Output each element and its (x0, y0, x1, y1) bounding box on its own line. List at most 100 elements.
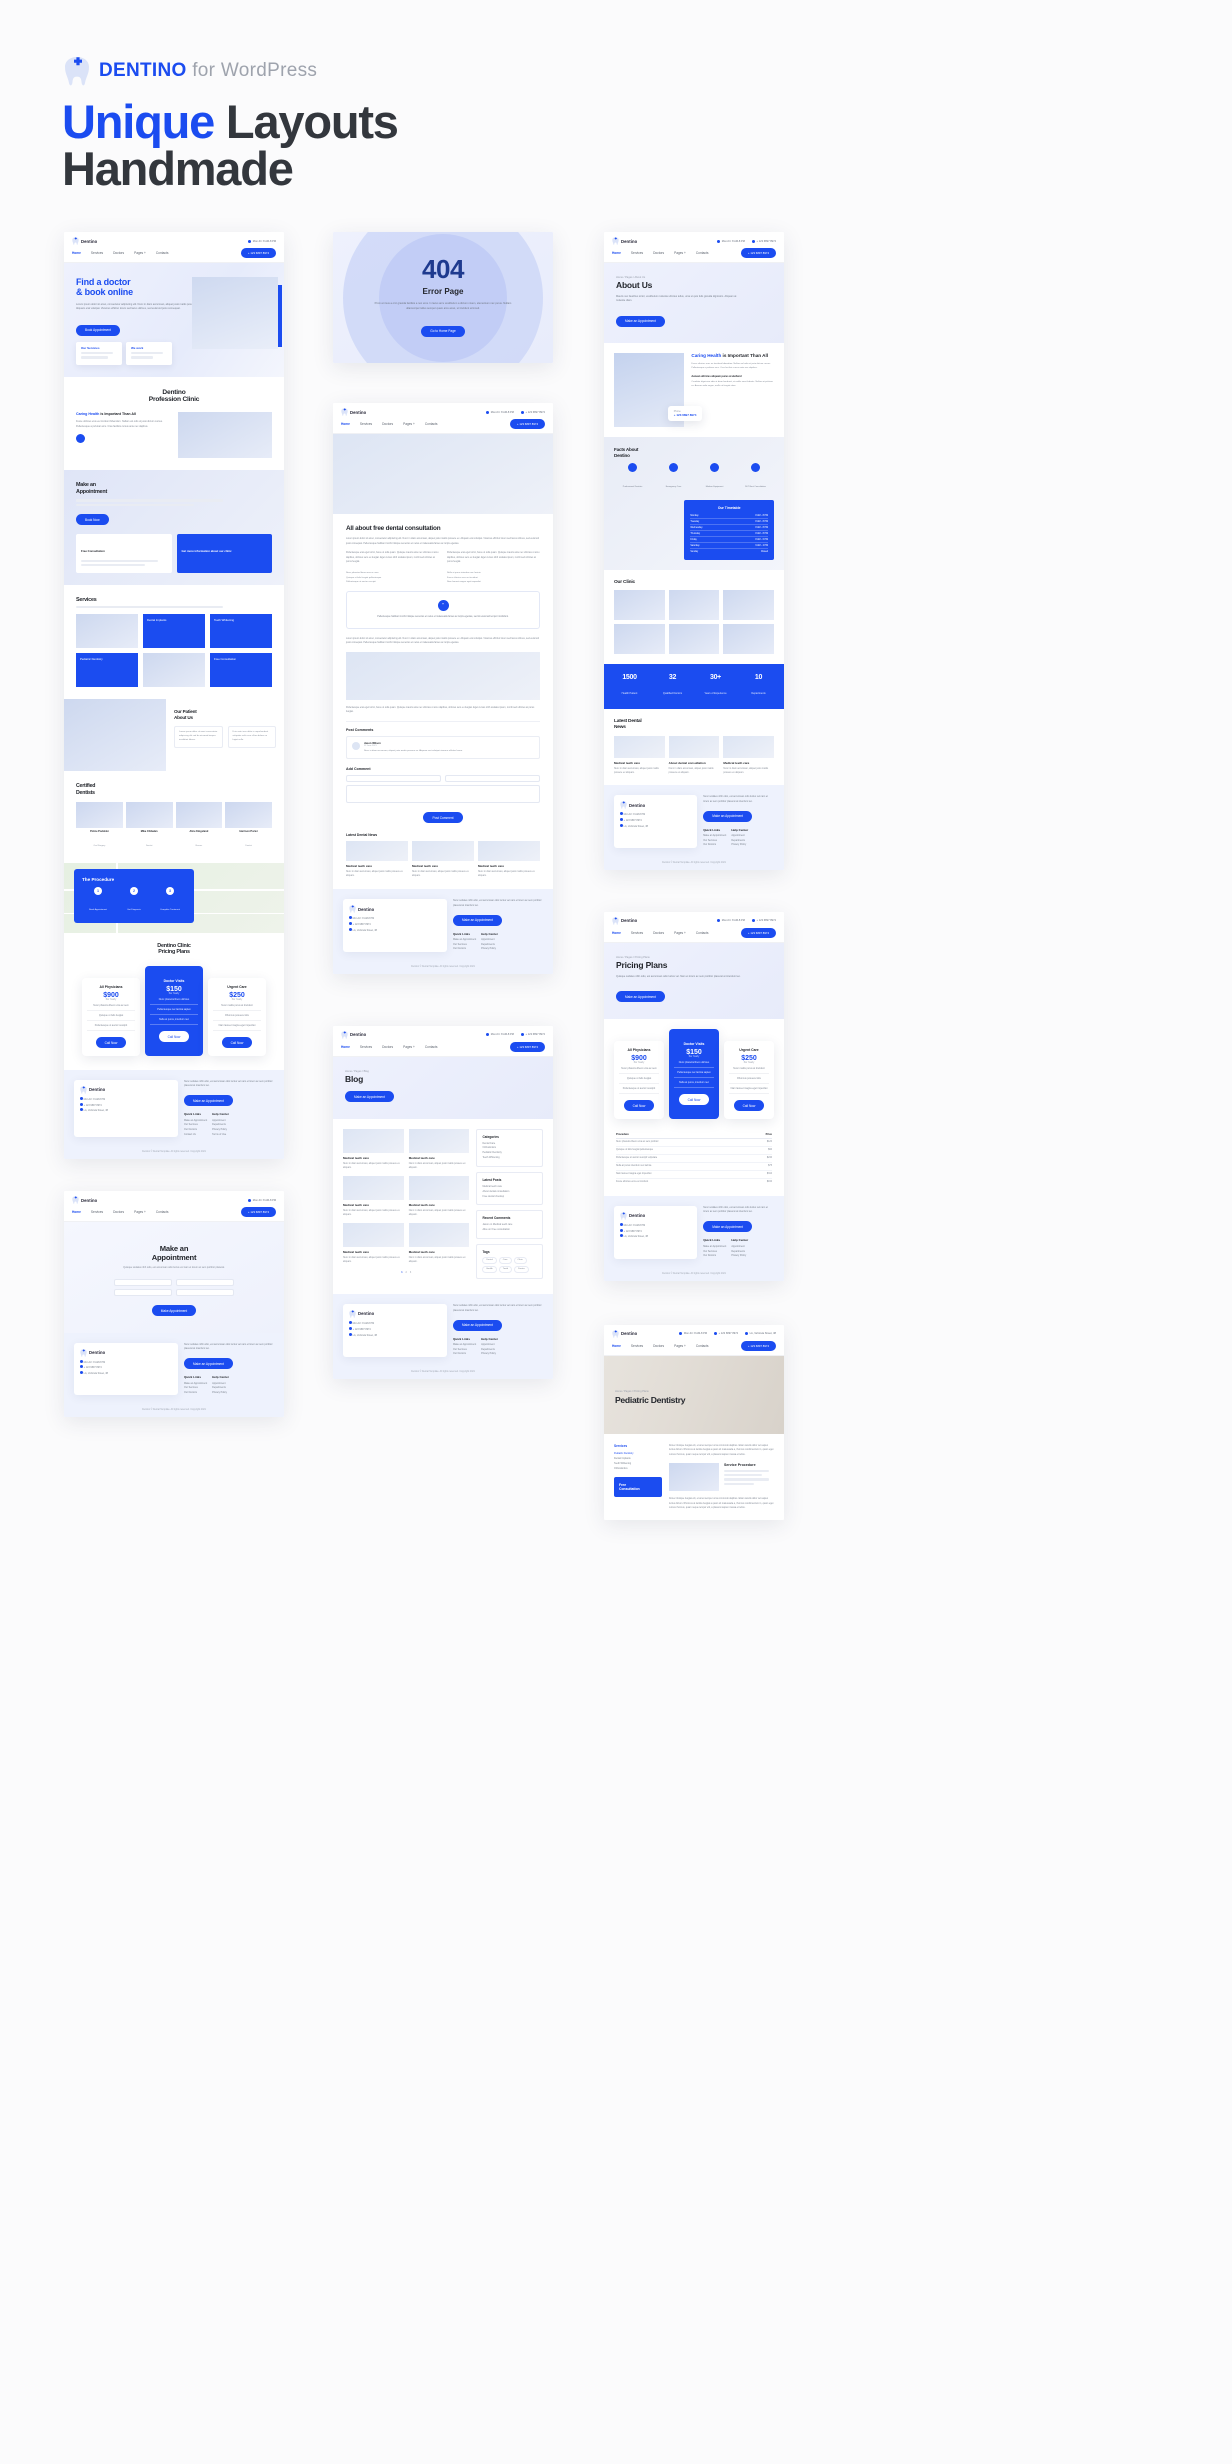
related-post[interactable]: Medical teeth care Nunc in diam accumsan… (346, 840, 408, 878)
tag[interactable]: Care (498, 1256, 512, 1264)
mockup-pricing-page[interactable]: Dentino Mon-Fri: 8 AM-8 PM + 123 6897 89… (604, 911, 784, 1281)
dentist-card[interactable]: Harrison Porter Dentist (225, 801, 272, 851)
phone-badge[interactable]: Phone + 123 6897 8974 (667, 406, 703, 422)
page-3[interactable]: 3 (410, 1271, 411, 1274)
nav-item-pages[interactable]: Pages + (403, 422, 415, 426)
nav-item-home[interactable]: Home (612, 931, 621, 935)
mock-logo[interactable]: Dentino (341, 408, 366, 417)
footer-logo[interactable]: Dentino (620, 1212, 691, 1220)
nav-item-services[interactable]: Services (91, 1210, 103, 1214)
nav-item-home[interactable]: Home (72, 251, 81, 255)
nav-item-home[interactable]: Home (612, 251, 621, 255)
nav-item-doctors[interactable]: Doctors (382, 1045, 393, 1049)
tag[interactable]: Health (482, 1265, 497, 1273)
nav-cta-button[interactable]: + 123 6897 8974 (509, 419, 545, 430)
nav-item-doctors[interactable]: Doctors (382, 422, 393, 426)
nav-item-pages[interactable]: Pages + (403, 1045, 415, 1049)
mockup-homepage[interactable]: Dentino Mon-Fri: 8 AM-8 PM Home Services… (64, 232, 284, 1160)
footer-promo-button[interactable]: Make an Appointment (453, 914, 502, 926)
blog-post-card[interactable]: Medical teeth care Nunc in diam accumsan… (343, 1223, 404, 1264)
mockup-blog-page[interactable]: Dentino Mon-Fri: 8 AM-8 PM + 123 6897 89… (333, 1025, 553, 1379)
nav-item-pages[interactable]: Pages + (674, 931, 686, 935)
blog-post-card[interactable]: Medical teeth care Nunc in diam accumsan… (408, 1128, 470, 1170)
comment-email-field[interactable] (445, 774, 540, 782)
home-map[interactable]: The Procedure 1 Book Appointment 2 Get Dia… (64, 862, 284, 933)
blog-post-card[interactable]: Medical teeth care Nunc in diam accumsan… (408, 1175, 470, 1217)
nav-item-contacts[interactable]: Contacts (425, 422, 438, 426)
footer-logo[interactable]: Dentino (620, 801, 691, 809)
price-card-featured[interactable]: Doctor Visits $150 Per Yearly Nunc phare… (669, 1028, 719, 1119)
news-card[interactable]: Medical teeth care Nunc in diam accumsan… (614, 735, 665, 775)
nav-item-services[interactable]: Services (360, 422, 372, 426)
hero-book-button[interactable]: Book Appointment (76, 324, 120, 336)
mock-logo[interactable]: Dentino (72, 237, 97, 245)
plan-button[interactable]: Call Now (733, 1100, 765, 1112)
mock-logo[interactable]: Dentino (612, 237, 637, 245)
post-comment-button[interactable]: Post Comment (423, 812, 463, 824)
nav-item-services[interactable]: Services (631, 1344, 643, 1348)
price-card[interactable]: All Physicians $900 Per Yearly Nunc phar… (614, 1040, 664, 1119)
plan-button[interactable]: Call Now (623, 1100, 655, 1112)
price-card[interactable]: Urgent Care $250 Per Yearly Nunc mattis … (208, 977, 266, 1056)
price-card[interactable]: All Physicians $900 Per Yearly Nunc phar… (82, 977, 140, 1056)
hero-card-hours[interactable]: We work (126, 342, 172, 365)
blog-post-card[interactable]: Medical teeth care Nunc in diam accumsan… (408, 1223, 470, 1264)
nav-item-contacts[interactable]: Contacts (696, 251, 709, 255)
price-card[interactable]: Urgent Care $250 Per Yearly Nunc mattis … (724, 1040, 774, 1119)
appointment-card-info[interactable]: Get more information about our clinic (176, 533, 272, 574)
nav-item-contacts[interactable]: Contacts (156, 251, 169, 255)
footer-promo-button[interactable]: Make an Appointment (703, 1221, 753, 1233)
nav-cta-button[interactable]: + 123 6897 8974 (509, 1041, 545, 1052)
footer-promo-button[interactable]: Make an Appointment (184, 1358, 233, 1370)
service-sidebar-item[interactable]: Orthodontics (614, 1466, 662, 1471)
news-card[interactable]: Medical teeth care Nunc in diam accumsan… (723, 735, 775, 775)
about-appointment-button[interactable]: Make an Appointment (616, 315, 665, 327)
footer-promo-button[interactable]: Make an Appointment (703, 810, 753, 822)
nav-item-doctors[interactable]: Doctors (653, 251, 664, 255)
tag[interactable]: Dental (482, 1256, 497, 1264)
plan-button[interactable]: Call Now (95, 1037, 127, 1049)
nav-item-contacts[interactable]: Contacts (156, 1210, 169, 1214)
nav-item-home[interactable]: Home (612, 1344, 621, 1348)
plan-button[interactable]: Call Now (221, 1037, 253, 1049)
nav-cta-button[interactable]: + 123 6897 8974 (240, 248, 276, 258)
nav-item-services[interactable]: Services (360, 1045, 372, 1049)
comment-name-field[interactable] (346, 774, 441, 782)
nav-item-pages[interactable]: Pages + (674, 1344, 686, 1348)
footer-logo[interactable]: Dentino (80, 1085, 172, 1094)
related-post[interactable]: Medical teeth care Nunc in diam accumsan… (478, 840, 540, 878)
service-card-implants[interactable]: Dental Implants (143, 614, 205, 649)
footer-promo-button[interactable]: Make an Appointment (453, 1319, 502, 1331)
comment-textarea[interactable] (346, 784, 540, 803)
page-1[interactable]: 1 (401, 1271, 402, 1274)
footer-promo-button[interactable]: Make an Appointment (184, 1095, 233, 1107)
date-field[interactable] (176, 1288, 234, 1296)
nav-cta-button[interactable]: + 123 6897 8974 (740, 248, 776, 258)
nav-item-home[interactable]: Home (72, 1210, 81, 1214)
news-card[interactable]: About dental consultation Nunc in diam a… (668, 735, 720, 775)
nav-item-pages[interactable]: Pages + (674, 251, 686, 255)
nav-item-home[interactable]: Home (341, 422, 350, 426)
tag[interactable]: Clinic (513, 1256, 527, 1264)
related-post[interactable]: Medical teeth care Nunc in diam accumsan… (412, 840, 474, 878)
footer-logo[interactable]: Dentino (80, 1348, 172, 1357)
service-card-pediatric[interactable]: Pediatric Dentistry (76, 653, 138, 688)
nav-cta-button[interactable]: + 123 6897 8974 (240, 1207, 276, 1218)
name-field[interactable] (114, 1278, 172, 1286)
mockup-about-page[interactable]: Dentino Mon-Fri: 8 AM-8 PM + 123 6897 89… (604, 232, 784, 870)
nav-item-contacts[interactable]: Contacts (425, 1045, 438, 1049)
blog-post-card[interactable]: Medical teeth care Nunc in diam accumsan… (343, 1175, 404, 1217)
nav-item-doctors[interactable]: Doctors (653, 931, 664, 935)
footer-logo[interactable]: Dentino (349, 1310, 441, 1318)
pricing-appointment-button[interactable]: Make an Appointment (616, 991, 665, 1003)
nav-cta-button[interactable]: + 123 6897 8974 (740, 927, 776, 938)
dentist-card[interactable]: Alice Kingsland Braces (175, 801, 223, 851)
nav-item-doctors[interactable]: Doctors (113, 1210, 124, 1214)
go-home-button[interactable]: Go to Home Page (421, 325, 465, 337)
nav-item-doctors[interactable]: Doctors (113, 251, 124, 255)
phone-field[interactable] (176, 1278, 234, 1286)
free-consult-card[interactable]: Free Consultation (614, 1476, 662, 1498)
blog-post-card[interactable]: Medical teeth care Nunc in diam accumsan… (343, 1128, 404, 1170)
appointment-book-button[interactable]: Book Now (76, 514, 109, 526)
nav-item-home[interactable]: Home (341, 1045, 350, 1049)
